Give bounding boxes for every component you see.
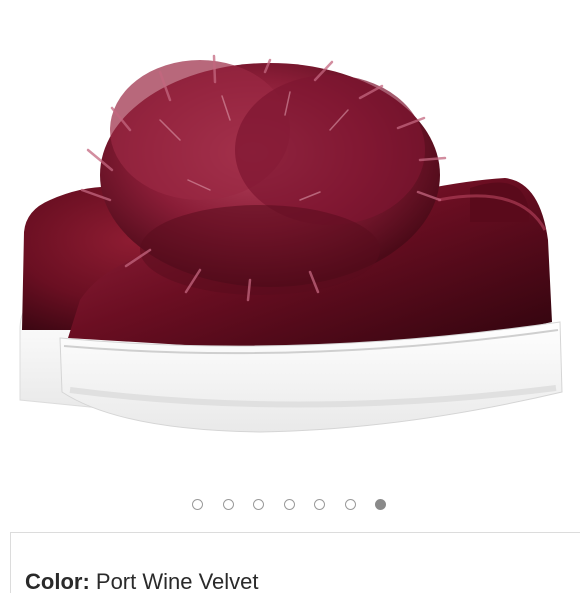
pager-dot[interactable] — [192, 499, 203, 510]
product-photo[interactable] — [0, 0, 580, 470]
sneaker-illustration — [19, 54, 563, 433]
color-label: Color: — [25, 569, 90, 594]
pager-dot-active[interactable] — [375, 499, 386, 510]
product-details-panel: Color: Port Wine Velvet — [10, 532, 580, 595]
color-value: Port Wine Velvet — [95, 569, 259, 594]
pager-dot[interactable] — [284, 499, 295, 510]
pager-dot[interactable] — [345, 499, 356, 510]
color-row: Color: Port Wine Velvet — [25, 569, 259, 595]
pager-dot[interactable] — [253, 499, 264, 510]
pager-dot[interactable] — [314, 499, 325, 510]
image-pager — [0, 496, 580, 516]
pager-dot[interactable] — [223, 499, 234, 510]
